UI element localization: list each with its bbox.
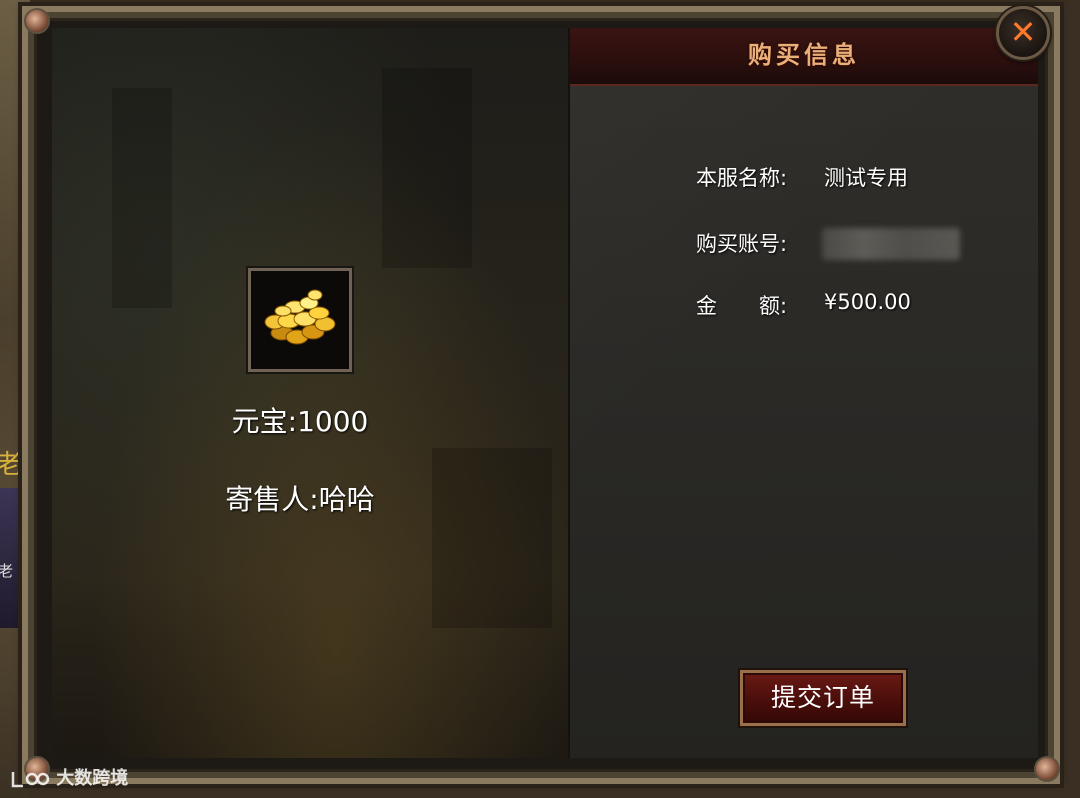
background-glyph: 老 <box>0 562 14 580</box>
gold-coins-icon <box>264 289 336 345</box>
background-decoration <box>432 448 552 628</box>
server-name-value: 测试专用 <box>824 166 908 190</box>
seller-label: 寄售人:哈哈 <box>225 483 375 516</box>
amount-value: ¥500.00 <box>824 290 911 314</box>
server-name-label: 本服名称: <box>696 166 788 190</box>
page-title: 购买信息 <box>748 41 860 69</box>
watermark-logo-icon <box>11 772 50 788</box>
background-glyph: 老 <box>0 450 23 480</box>
item-preview-panel <box>52 28 568 758</box>
submit-order-button[interactable]: 提交订单 <box>738 668 908 728</box>
purchase-info-panel: 购买信息 <box>568 28 1038 758</box>
watermark: 大数跨境 <box>10 764 128 792</box>
account-row: 购买账号: <box>696 228 787 258</box>
background-decoration <box>112 88 172 308</box>
frame-corner-ornament <box>24 8 50 34</box>
amount-row: 金 额: ¥500.00 <box>696 290 911 320</box>
account-label: 购买账号: <box>696 232 788 256</box>
account-value-blurred <box>822 228 960 260</box>
watermark-text: 大数跨境 <box>56 768 129 789</box>
frame-corner-ornament <box>1034 756 1060 782</box>
close-button[interactable]: ✕ <box>996 6 1050 60</box>
item-icon-slot[interactable] <box>246 266 354 374</box>
close-icon: ✕ <box>1009 13 1037 51</box>
amount-label: 金 额: <box>696 294 788 318</box>
server-name-row: 本服名称: 测试专用 <box>696 162 908 192</box>
background-character <box>0 488 24 628</box>
item-name-label: 元宝:1000 <box>231 405 369 438</box>
background-decoration <box>382 68 472 268</box>
